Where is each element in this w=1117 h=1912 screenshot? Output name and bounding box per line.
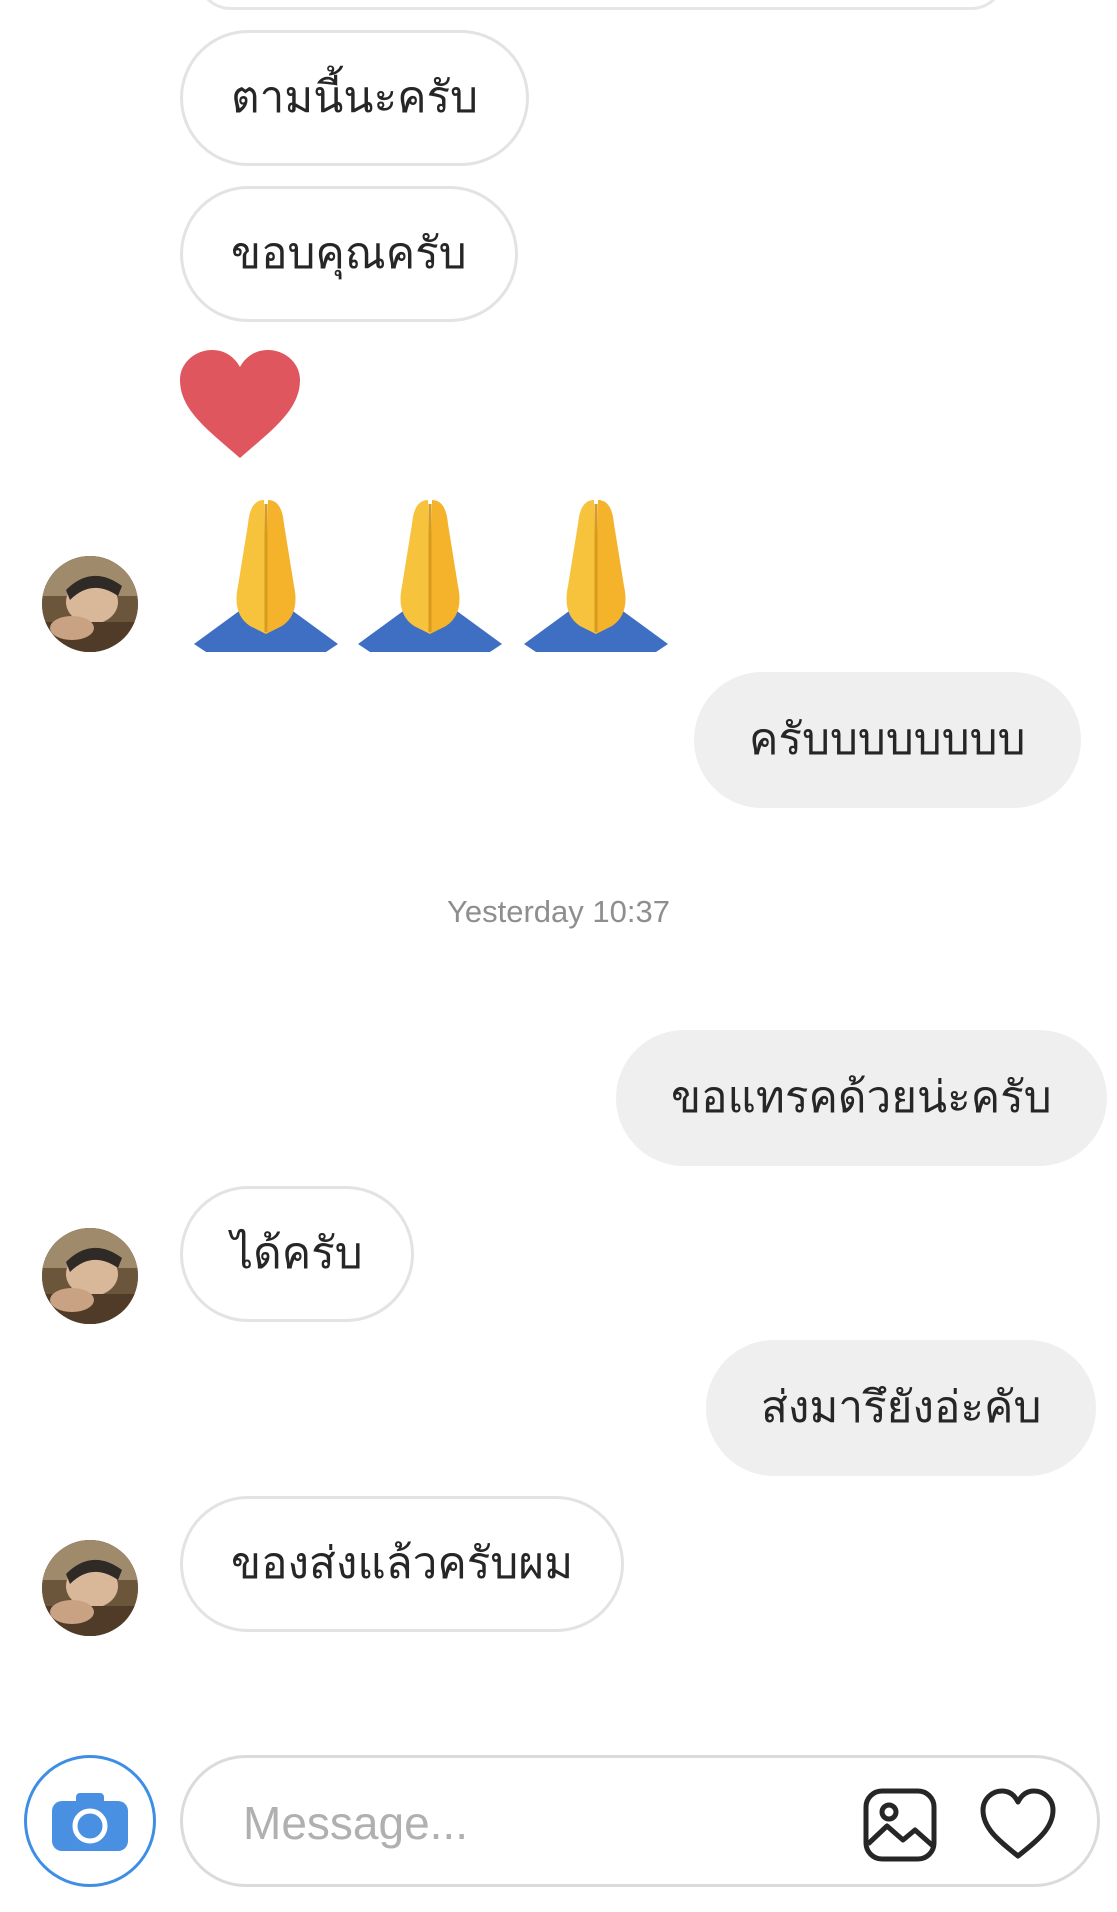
incoming-message-bubble[interactable]: ตามนี้นะครับ [180,30,530,166]
outgoing-message-bubble[interactable]: ส่งมารึยังอ่ะคับ [706,1340,1097,1476]
gallery-icon[interactable] [863,1788,937,1862]
chat-screen: ตามนี้นะครับ ขอบคุณครับ ครับบบบบบบบ Yest… [0,0,1117,1912]
message-text: ขอบคุณครับ [231,228,467,279]
heart-emoji-icon[interactable] [178,350,302,460]
avatar-photo [42,1228,138,1324]
heart-icon[interactable] [980,1788,1056,1860]
chat-timestamp: Yesterday 10:37 [447,894,670,929]
message-bubble-cut-off [196,0,1006,10]
avatar[interactable] [42,556,138,652]
message-text: ขอแทรคด้วยน่ะครับ [671,1072,1052,1123]
outgoing-message-bubble[interactable]: ขอแทรคด้วยน่ะครับ [616,1030,1107,1166]
folded-hands-emoji-icon[interactable] [350,494,510,652]
message-composer [180,1755,1100,1887]
message-text: ครับบบบบบบบ [749,714,1026,765]
message-text: ได้ครับ [231,1228,363,1279]
avatar-photo [42,1540,138,1636]
outgoing-message-bubble[interactable]: ครับบบบบบบบ [694,672,1081,808]
camera-button[interactable] [24,1755,156,1887]
message-text: ตามนี้นะครับ [231,72,479,123]
message-input[interactable] [243,1788,803,1858]
avatar-photo [42,556,138,652]
folded-hands-emoji-icon[interactable] [516,494,676,652]
folded-hands-emoji-icon[interactable] [186,494,346,652]
incoming-message-bubble[interactable]: ขอบคุณครับ [180,186,518,322]
incoming-message-bubble[interactable]: ได้ครับ [180,1186,414,1322]
message-text: ส่งมารึยังอ่ะคับ [761,1382,1042,1433]
avatar[interactable] [42,1228,138,1324]
message-text: ของส่งแล้วครับผม [231,1538,574,1589]
incoming-message-bubble[interactable]: ของส่งแล้วครับผม [180,1496,625,1632]
avatar[interactable] [42,1540,138,1636]
camera-icon [52,1793,128,1851]
